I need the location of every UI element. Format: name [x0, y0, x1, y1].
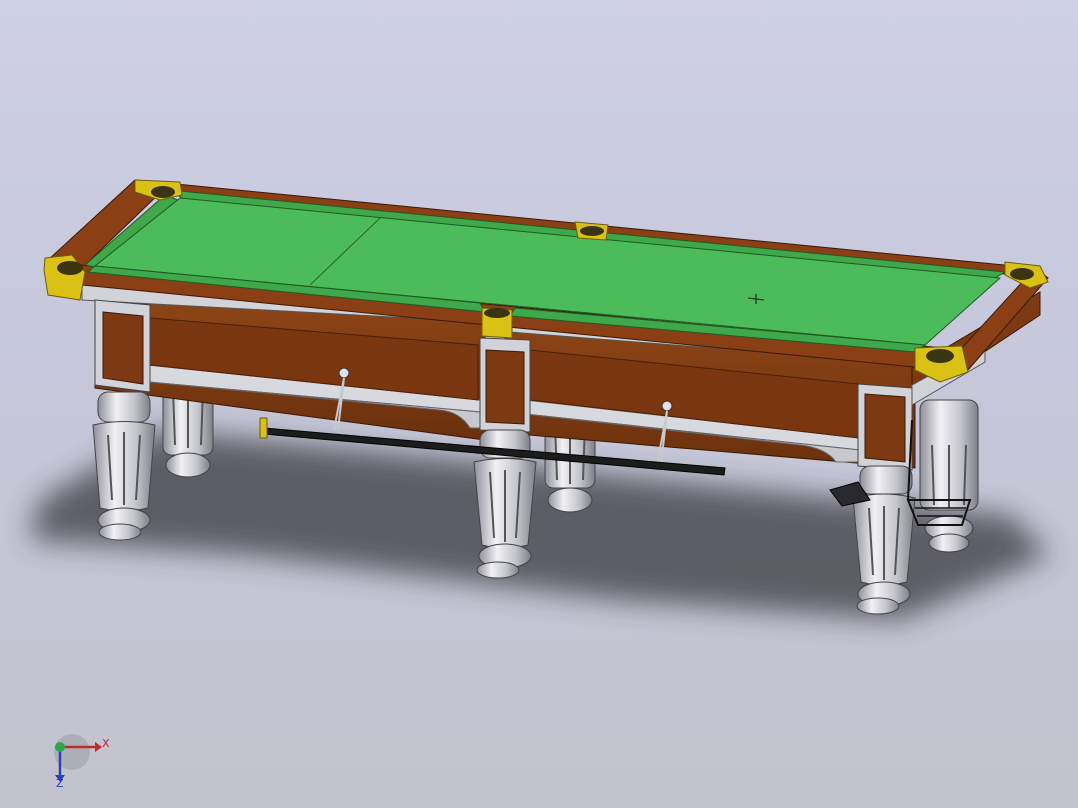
y-axis-dot [55, 742, 65, 752]
graphics-viewport[interactable]: X Z [0, 0, 1078, 808]
leg-back-right [919, 399, 979, 553]
pocket-back-right [1004, 261, 1049, 289]
pocket-front-middle [481, 307, 513, 339]
pocket-back-middle [574, 221, 609, 241]
corner-post-front-left [94, 299, 151, 393]
model-scene[interactable] [0, 0, 1078, 808]
corner-post-front-middle [479, 337, 531, 433]
triad-x-label: X [102, 737, 110, 750]
corner-post-front-right [857, 383, 913, 471]
triad-z-label: Z [56, 777, 64, 790]
view-triad[interactable] [54, 734, 102, 782]
leg-front-left [92, 391, 156, 541]
x-axis-arrowhead [95, 742, 102, 752]
